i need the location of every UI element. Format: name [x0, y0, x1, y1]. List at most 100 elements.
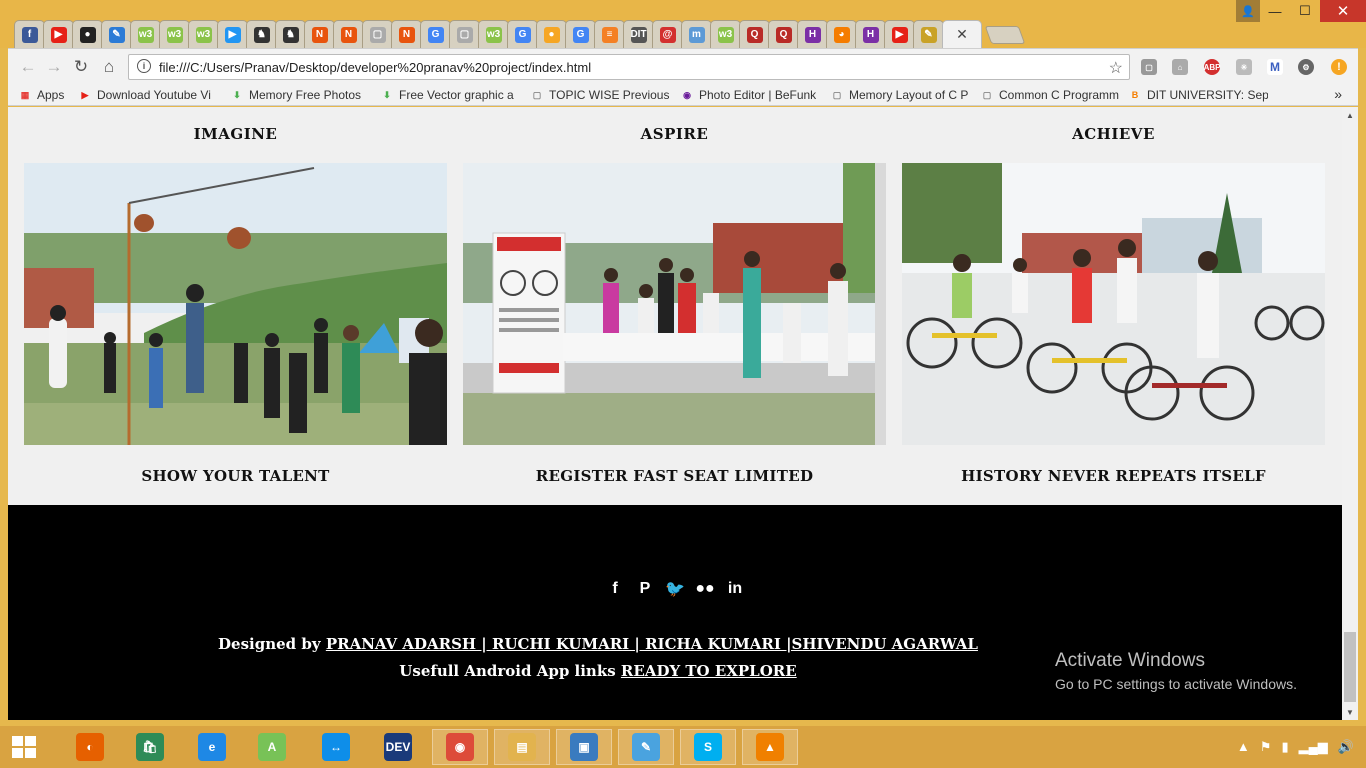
browser-tab[interactable]: @ [652, 20, 683, 48]
browser-tab[interactable]: G [507, 20, 538, 48]
extension-icon[interactable]: ✳ [1236, 59, 1252, 75]
browser-tab[interactable]: G [565, 20, 596, 48]
bookmark-item[interactable]: B DIT UNIVERSITY: Sept [1128, 87, 1268, 103]
browser-tab[interactable]: Q [739, 20, 770, 48]
taskbar-app[interactable]: ↔ [308, 729, 364, 765]
site-info-icon[interactable]: i [137, 59, 151, 73]
browser-tab[interactable]: H [797, 20, 828, 48]
extension-icon[interactable]: ⌂ [1172, 59, 1188, 75]
show-hidden-icons-icon[interactable]: ▲ [1237, 739, 1250, 755]
browser-tab[interactable]: f [14, 20, 45, 48]
browser-tab[interactable]: w3 [710, 20, 741, 48]
browser-tab[interactable]: N [333, 20, 364, 48]
gmail-icon[interactable]: M [1267, 59, 1283, 75]
taskbar-app[interactable]: ✎ [618, 729, 674, 765]
browser-tab[interactable]: ♞ [246, 20, 277, 48]
linkedin-icon[interactable]: in [724, 578, 746, 600]
action-center-flag-icon[interactable]: ⚑ [1260, 739, 1272, 755]
volume-icon[interactable]: 🔊 [1338, 739, 1354, 755]
browser-tab[interactable]: ▢ [449, 20, 480, 48]
browser-tab[interactable]: H [855, 20, 886, 48]
w3schools-icon: w3 [195, 26, 212, 43]
taskbar-app[interactable]: 🛍 [122, 729, 178, 765]
browser-tab[interactable]: ▶ [884, 20, 915, 48]
windows-store-icon: 🛍 [136, 733, 164, 761]
browser-tab[interactable]: G [420, 20, 451, 48]
befunky-icon: ◉ [683, 89, 691, 100]
browser-tab[interactable]: ● [536, 20, 567, 48]
bookmark-item[interactable]: ▢ TOPIC WISE Previous [530, 87, 670, 103]
taskbar-app[interactable]: A [244, 729, 300, 765]
browser-tab[interactable]: ● [72, 20, 103, 48]
browser-tab[interactable]: ✎ [913, 20, 944, 48]
browser-tab[interactable]: Q [768, 20, 799, 48]
taskbar-app[interactable]: ◉ [432, 729, 488, 765]
browser-tab[interactable]: N [391, 20, 422, 48]
browser-tab[interactable]: w3 [159, 20, 190, 48]
taskbar-app[interactable]: ▣ [556, 729, 612, 765]
back-button[interactable]: ← [18, 57, 38, 77]
bookmark-item[interactable]: ▦ Apps [18, 87, 65, 103]
bookmark-item[interactable]: ▢ Memory Layout of C P [830, 87, 969, 103]
scroll-up-arrow-icon[interactable]: ▲ [1346, 111, 1354, 120]
taskbar-app[interactable]: DEV [370, 729, 426, 765]
flickr-icon[interactable]: ●● [694, 578, 716, 600]
new-tab-button[interactable] [984, 26, 1026, 44]
bookmark-item[interactable]: ◉ Photo Editor | BeFunk [680, 87, 816, 103]
start-button[interactable] [12, 736, 38, 760]
taskbar-app[interactable]: ◐ [62, 729, 118, 765]
devcpp-icon: DEV [384, 733, 412, 761]
browser-tab[interactable]: w3 [188, 20, 219, 48]
browser-tab[interactable]: ◕ [826, 20, 857, 48]
bookmark-star-icon[interactable]: ☆ [1109, 58, 1123, 78]
active-tab[interactable]: ✕ [942, 20, 982, 48]
generic-site-icon: ✎ [108, 26, 125, 43]
network-signal-icon[interactable]: ▂▄▆ [1299, 739, 1328, 755]
more-bookmarks-button[interactable]: » [1334, 86, 1342, 102]
facebook-icon[interactable]: f [604, 578, 626, 600]
browser-tab[interactable]: m [681, 20, 712, 48]
battery-icon[interactable]: ▮ [1281, 739, 1288, 755]
firefox-icon: ◐ [76, 733, 104, 761]
extension-icon[interactable]: ⚙ [1298, 59, 1314, 75]
ready-to-explore-link[interactable]: READY TO EXPLORE [621, 662, 797, 680]
forward-button[interactable]: → [44, 57, 64, 77]
adblock-plus-icon[interactable]: ABP [1204, 59, 1220, 75]
home-button[interactable]: ⌂ [99, 57, 119, 77]
authors-link[interactable]: PRANAV ADARSH | RUCHI KUMARI | RICHA KUM… [326, 635, 978, 653]
twitter-icon[interactable]: 🐦 [664, 578, 686, 600]
minimize-button[interactable]: — [1260, 0, 1290, 22]
browser-tab[interactable]: ▶ [43, 20, 74, 48]
close-window-button[interactable]: ✕ [1320, 0, 1366, 22]
user-profile-icon[interactable]: 👤 [1236, 0, 1260, 22]
address-bar[interactable]: i file:///C:/Users/Pranav/Desktop/develo… [128, 54, 1130, 80]
scroll-down-arrow-icon[interactable]: ▼ [1346, 708, 1354, 717]
browser-tab[interactable]: ▢ [362, 20, 393, 48]
taskbar-app[interactable]: ▲ [742, 729, 798, 765]
close-tab-icon[interactable]: ✕ [954, 26, 970, 43]
browser-tab[interactable]: w3 [130, 20, 161, 48]
browser-tab[interactable]: DIT [623, 20, 654, 48]
taskbar-app[interactable]: ▤ [494, 729, 550, 765]
extension-icon[interactable]: ▢ [1141, 59, 1157, 75]
browser-tab[interactable]: w3 [478, 20, 509, 48]
page-scrollbar[interactable]: ▲ ▼ [1342, 107, 1358, 720]
scrollbar-thumb[interactable] [1344, 632, 1356, 702]
youtube-icon: ▶ [81, 89, 89, 100]
browser-tab[interactable]: ♞ [275, 20, 306, 48]
bookmark-item[interactable]: ▶ Download Youtube Vi [78, 87, 211, 103]
reload-button[interactable]: ↻ [71, 57, 91, 77]
taskbar-app[interactable]: e [184, 729, 240, 765]
browser-tab[interactable]: ✎ [101, 20, 132, 48]
browser-tab[interactable]: ▶ [217, 20, 248, 48]
maximize-button[interactable]: ☐ [1290, 0, 1320, 22]
bookmark-item[interactable]: ⬇ Free Vector graphic a [380, 87, 514, 103]
browser-tab[interactable]: N [304, 20, 335, 48]
pinterest-icon[interactable]: P [634, 578, 656, 600]
browser-tab[interactable]: ≡ [594, 20, 625, 48]
site-footer: f P 🐦 ●● in Designed by PRANAV ADARSH | RUCH… [8, 505, 1342, 720]
bookmark-item[interactable]: ▢ Common C Programm [980, 87, 1119, 103]
bookmark-item[interactable]: ⬇ Memory Free Photos [230, 87, 361, 103]
taskbar-app[interactable]: S [680, 729, 736, 765]
warning-icon[interactable]: ! [1331, 59, 1347, 75]
